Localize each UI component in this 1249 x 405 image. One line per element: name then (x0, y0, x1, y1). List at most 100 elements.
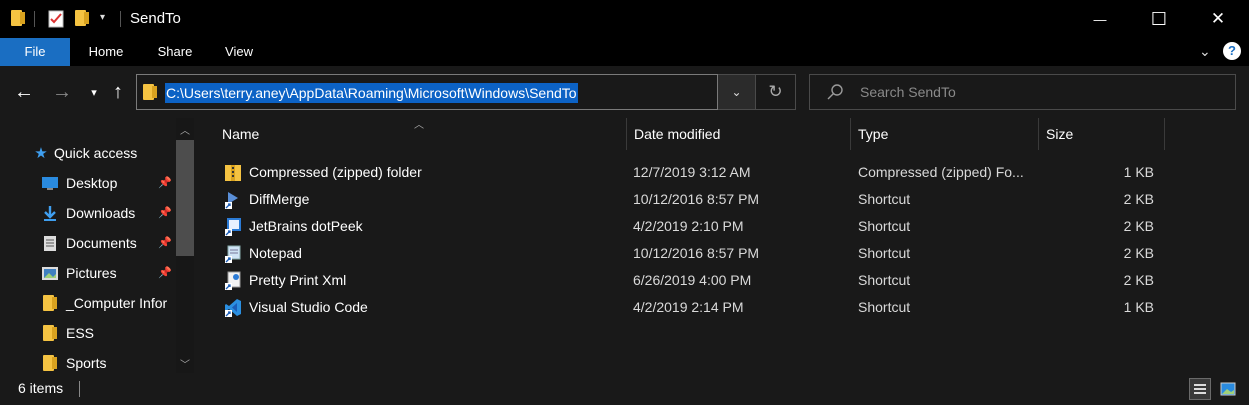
column-header-name[interactable]: Name (214, 118, 626, 150)
tab-file[interactable]: File (0, 38, 70, 66)
tab-share-label: Share (157, 44, 193, 59)
file-name: DiffMerge (249, 191, 310, 207)
customize-qat-icon[interactable]: ▾ (100, 12, 105, 23)
nav-item-label: Sports (66, 355, 107, 371)
notepad-shortcut-icon (224, 244, 242, 263)
nav-item-pictures[interactable]: Pictures (40, 258, 176, 288)
nav-item-ess[interactable]: ESS (40, 318, 176, 348)
vscode-shortcut-icon (224, 298, 242, 317)
scroll-down-icon[interactable]: ﹀ (176, 354, 194, 372)
column-header-type[interactable]: Type (850, 118, 1038, 150)
folder-icon[interactable] (11, 10, 27, 28)
file-name: Visual Studio Code (249, 299, 368, 315)
table-row[interactable]: Compressed (zipped) folder 12/7/2019 3:1… (214, 159, 1164, 186)
maximize-icon: ☐ (1150, 8, 1168, 29)
up-arrow-icon: ↑ (113, 80, 123, 103)
nav-item-label: ESS (66, 325, 95, 341)
tab-home[interactable]: Home (78, 38, 134, 66)
status-divider (79, 381, 80, 397)
column-header-size[interactable]: Size (1038, 118, 1164, 150)
nav-item-label: Downloads (66, 205, 136, 221)
file-size: 2 KB (1123, 272, 1154, 288)
dotpeek-shortcut-icon (224, 217, 242, 236)
table-row[interactable]: DiffMerge 10/12/2016 8:57 PM Shortcut 2 … (214, 186, 1164, 213)
table-row[interactable]: Pretty Print Xml 6/26/2019 4:00 PM Short… (214, 267, 1164, 294)
file-name: Compressed (zipped) folder (249, 164, 422, 180)
large-icons-view-icon (1220, 382, 1236, 396)
table-row[interactable]: Notepad 10/12/2016 8:57 PM Shortcut 2 KB (214, 240, 1164, 267)
nav-item-label: Desktop (66, 175, 118, 191)
file-size: 1 KB (1123, 299, 1154, 315)
maximize-button[interactable]: ☐ (1136, 0, 1182, 38)
new-folder-icon[interactable] (75, 10, 91, 28)
item-count: 6 items (18, 380, 64, 396)
ribbon-tabs: File Home Share View ⌄ ? (0, 38, 1249, 66)
file-size: 2 KB (1123, 191, 1154, 207)
close-icon: ✕ (1210, 9, 1226, 28)
address-dropdown-button[interactable]: ⌄ (718, 74, 756, 110)
pin-icon: 📌 (158, 207, 172, 219)
close-button[interactable]: ✕ (1195, 0, 1241, 38)
table-row[interactable]: Visual Studio Code 4/2/2019 2:14 PM Shor… (214, 294, 1164, 321)
nav-quick-access[interactable]: ★ Quick access (32, 138, 176, 168)
search-input[interactable]: Search SendTo (809, 74, 1236, 110)
nav-item-downloads[interactable]: Downloads (40, 198, 176, 228)
nav-item-documents[interactable]: Documents (40, 228, 176, 258)
up-button[interactable]: ↑ (104, 78, 132, 106)
pictures-icon (40, 264, 60, 282)
forward-button[interactable]: → (48, 78, 76, 106)
file-name: JetBrains dotPeek (249, 218, 363, 234)
title-bar: ▾ SendTo — ☐ ✕ (0, 0, 1249, 38)
file-type: Shortcut (858, 191, 911, 207)
large-icons-view-button[interactable] (1217, 378, 1239, 400)
status-bar: 6 items (0, 373, 1249, 405)
desktop-icon (40, 174, 60, 192)
pin-icon: 📌 (158, 267, 172, 279)
back-button[interactable]: ← (10, 78, 38, 106)
expand-ribbon-icon[interactable]: ⌄ (1199, 43, 1211, 60)
scroll-up-icon[interactable]: ︿ (176, 120, 194, 138)
tab-view-label: View (225, 44, 253, 59)
star-icon: ★ (34, 145, 48, 162)
nav-item-computer-info[interactable]: _Computer Infor (40, 288, 176, 318)
properties-icon[interactable] (48, 10, 64, 28)
navigation-pane: ★ Quick access Desktop 📌 Downloads 📌 Doc… (0, 118, 197, 373)
tab-home-label: Home (88, 44, 124, 59)
minimize-button[interactable]: — (1077, 0, 1123, 38)
file-date: 4/2/2019 2:10 PM (633, 218, 744, 234)
table-row[interactable]: JetBrains dotPeek 4/2/2019 2:10 PM Short… (214, 213, 1164, 240)
file-type: Shortcut (858, 245, 911, 261)
search-placeholder: Search SendTo (860, 84, 956, 100)
folder-icon (40, 294, 60, 312)
address-bar[interactable]: C:\Users\terry.aney\AppData\Roaming\Micr… (136, 74, 718, 110)
nav-item-label: Pictures (66, 265, 117, 281)
pin-icon: 📌 (158, 177, 172, 189)
nav-quick-access-label: Quick access (54, 145, 138, 161)
tab-view[interactable]: View (214, 38, 264, 66)
window-title: SendTo (130, 10, 181, 27)
file-size: 1 KB (1123, 164, 1154, 180)
column-divider[interactable] (1164, 118, 1165, 150)
nav-scrollbar-thumb[interactable] (176, 140, 194, 256)
folder-icon (40, 324, 60, 342)
column-header-date[interactable]: Date modified (626, 118, 850, 150)
details-view-button[interactable] (1189, 378, 1211, 400)
file-date: 10/12/2016 8:57 PM (633, 191, 760, 207)
help-icon[interactable]: ? (1223, 42, 1241, 60)
search-icon (826, 83, 844, 104)
file-date: 4/2/2019 2:14 PM (633, 299, 744, 315)
nav-item-desktop[interactable]: Desktop (40, 168, 176, 198)
title-divider (120, 11, 121, 27)
file-type: Shortcut (858, 299, 911, 315)
refresh-icon: ↻ (768, 82, 783, 101)
folder-icon (143, 84, 157, 100)
diffmerge-shortcut-icon (224, 190, 242, 209)
refresh-button[interactable]: ↻ (756, 74, 796, 110)
file-date: 6/26/2019 4:00 PM (633, 272, 752, 288)
folder-icon (40, 354, 60, 372)
file-name: Pretty Print Xml (249, 272, 347, 288)
address-path[interactable]: C:\Users\terry.aney\AppData\Roaming\Micr… (165, 83, 578, 103)
file-type: Shortcut (858, 272, 911, 288)
pin-icon: 📌 (158, 237, 172, 249)
tab-share[interactable]: Share (148, 38, 202, 66)
